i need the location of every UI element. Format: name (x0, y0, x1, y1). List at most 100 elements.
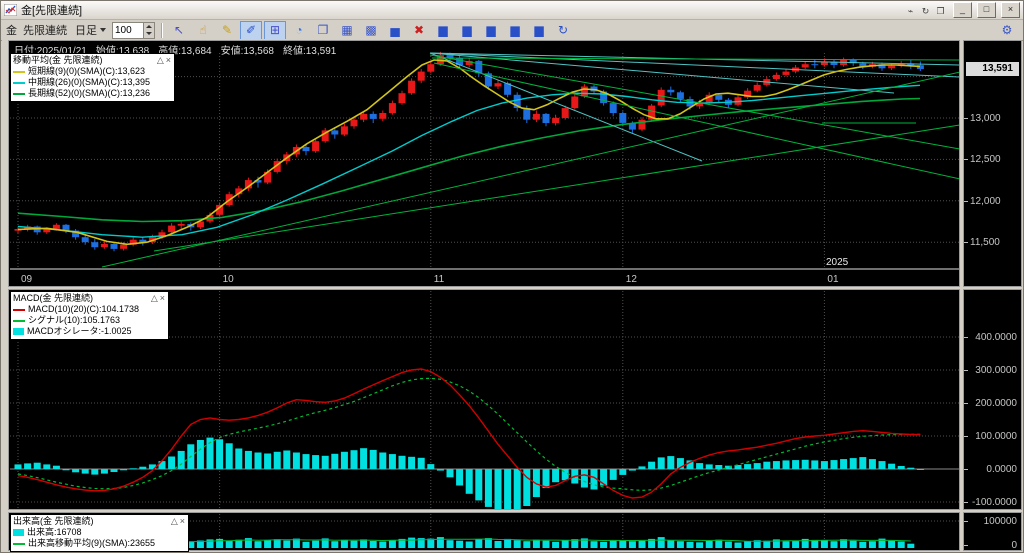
legend-row-label: 中期線(26)(0)(SMA)(C):13,395 (28, 77, 151, 87)
legend-row-label: MACD(10)(20)(C):104.1738 (28, 304, 140, 314)
macd-tick-label: 400.0000 (975, 332, 1017, 343)
window-title: 金[先限連続] (21, 5, 83, 17)
price-tick-label: 11,500 (970, 237, 1000, 248)
ma-legend-collapse-button[interactable]: △ (157, 55, 164, 66)
chart-layout-tool[interactable]: ❐ (312, 21, 334, 40)
legend-row: シグナル(10):105.1763 (13, 315, 165, 326)
svg-text:12: 12 (626, 274, 638, 285)
bar-count-input[interactable] (113, 22, 143, 38)
volume-tick-label: 100000 (983, 516, 1017, 527)
macd-tick-label: 100.0000 (975, 431, 1017, 442)
macd-legend: MACD(金 先限連続) △ × MACD(10)(20)(C):104.173… (10, 291, 169, 340)
toolbar-tool-group: ↖ ☝ ✎ ✐ ⊞ ◔ ❐ ▦ ▩ ▅ ✖ ▆ ▆ ▆ ▆ ▆ ↻ (168, 20, 574, 40)
link-icon[interactable]: ⌁ (903, 5, 918, 18)
delete-indicator-tool[interactable]: ✖ (408, 21, 430, 40)
legend-swatch (13, 81, 25, 84)
main-price-axis[interactable]: 13,000 12,500 12,000 11,500 13,591 (963, 40, 1022, 287)
volume-legend-close-button[interactable]: × (180, 516, 185, 527)
window-copy-icon[interactable]: ❐ (933, 5, 948, 18)
macd-tick-label: -100.0000 (971, 497, 1017, 508)
svg-text:10: 10 (223, 274, 235, 285)
rotate-icon[interactable]: ↻ (918, 5, 933, 18)
period-dropdown[interactable]: 日足 (73, 22, 108, 38)
legend-row: 出来高移動平均(9)(SMA):23655 (13, 538, 185, 549)
stepper-arrows[interactable] (143, 22, 154, 38)
svg-text:2025: 2025 (826, 257, 849, 268)
close-button[interactable]: × (1001, 2, 1020, 18)
crosshair-tool[interactable]: ⊞ (264, 20, 286, 40)
legend-swatch (13, 529, 24, 536)
grid-3x3-tool[interactable]: ▩ (360, 21, 382, 40)
price-tick-label: 13,000 (970, 113, 1001, 124)
legend-row: 短期線(9)(0)(SMA)(C):13,623 (13, 66, 171, 77)
title-bar[interactable]: 金[先限連続] ⌁ ↻ ❐ _ □ × (1, 1, 1023, 20)
volume-axis[interactable]: 100000 0 (963, 512, 1022, 551)
legend-swatch (13, 92, 25, 95)
legend-swatch (13, 70, 25, 73)
chart-type-tool[interactable]: ▅ (384, 21, 406, 40)
legend-row-label: 長期線(52)(0)(SMA)(C):13,236 (28, 88, 151, 98)
chart-area: 09 10 11 12 01 2025 13,000 12,500 12,000 11,500 1… (2, 39, 1022, 552)
legend-row: 出来高:16708 (13, 527, 185, 538)
legend-row-label: 出来高移動平均(9)(SMA):23655 (28, 538, 156, 548)
macd-legend-collapse-button[interactable]: △ (151, 293, 158, 304)
price-tick-label: 12,000 (970, 196, 1001, 207)
period-label: 日足 (75, 25, 97, 37)
grid-2x2-tool[interactable]: ▦ (336, 21, 358, 40)
series-label: 先限連続 (23, 25, 67, 37)
macd-legend-title: MACD(金 先限連続) (13, 293, 93, 303)
indicator-4-tool[interactable]: ▆ (504, 21, 526, 40)
hand-tool[interactable]: ☝ (192, 21, 214, 40)
refresh-tool[interactable]: ↻ (552, 21, 574, 40)
svg-text:11: 11 (434, 274, 445, 285)
indicator-2-tool[interactable]: ▆ (456, 21, 478, 40)
legend-row-label: MACDオシレータ:-1.0025 (27, 326, 132, 336)
legend-swatch (13, 542, 25, 545)
ma-legend-close-button[interactable]: × (166, 55, 171, 66)
volume-legend-collapse-button[interactable]: △ (171, 516, 178, 527)
indicator-1-tool[interactable]: ▆ (432, 21, 454, 40)
pen-tool[interactable]: ✐ (240, 20, 262, 40)
legend-swatch (13, 308, 25, 311)
indicator-3-tool[interactable]: ▆ (480, 21, 502, 40)
legend-row: MACDオシレータ:-1.0025 (13, 326, 165, 337)
legend-row: 中期線(26)(0)(SMA)(C):13,395 (13, 77, 171, 88)
chevron-down-icon (100, 28, 106, 32)
ma-legend: 移動平均(金 先限連続) △ × 短期線(9)(0)(SMA)(C):13,62… (10, 53, 175, 102)
legend-swatch (13, 319, 25, 322)
legend-row-label: 短期線(9)(0)(SMA)(C):13,623 (28, 66, 146, 76)
symbol-label: 金 (6, 25, 17, 37)
stepper-down-icon[interactable] (146, 32, 152, 36)
legend-swatch (13, 328, 24, 335)
volume-legend: 出来高(金 先限連続) △ × 出来高:16708 出来高移動平均(9)(SMA)… (10, 514, 189, 552)
info-low: 安値:13,568 (220, 46, 274, 57)
macd-legend-close-button[interactable]: × (160, 293, 165, 304)
settings-wrench-icon[interactable]: ⚙ (996, 21, 1018, 40)
macd-tick-label: 300.0000 (975, 365, 1017, 376)
macd-tick-label: 200.0000 (975, 398, 1017, 409)
price-tick-label: 12,500 (970, 154, 1001, 165)
legend-row: MACD(10)(20)(C):104.1738 (13, 304, 165, 315)
current-price-tag: 13,591 (966, 62, 1019, 76)
minimize-button[interactable]: _ (953, 2, 972, 18)
legend-row: 長期線(52)(0)(SMA)(C):13,236 (13, 88, 171, 99)
svg-text:01: 01 (827, 274, 839, 285)
legend-row-label: 出来高:16708 (27, 527, 82, 537)
indicator-5-tool[interactable]: ▆ (528, 21, 550, 40)
macd-tick-label: 0.0000 (986, 464, 1017, 475)
volume-tick-label: 0 (1011, 540, 1017, 551)
ma-legend-title: 移動平均(金 先限連続) (13, 55, 103, 65)
titlebar-icon-group: ⌁ ↻ ❐ (903, 1, 948, 19)
stepper-up-icon[interactable] (146, 24, 152, 28)
pencil-tool[interactable]: ✎ (216, 21, 238, 40)
info-close: 終値:13,591 (282, 46, 337, 57)
macd-axis[interactable]: 400.0000 300.0000 200.0000 100.0000 0.0000 -1… (963, 289, 1022, 541)
zoom-tool[interactable]: ◔ (288, 21, 310, 40)
toolbar: 金 先限連続 日足 ↖☝✎✐⊞◔❐▦▩▅✖▆▆▆▆▆↻ ⚙ (1, 20, 1023, 41)
app-chart-icon (4, 4, 17, 16)
bar-count-stepper[interactable] (112, 21, 155, 39)
svg-text:09: 09 (21, 274, 33, 285)
maximize-button[interactable]: □ (977, 2, 996, 18)
select-tool[interactable]: ↖ (168, 21, 190, 40)
legend-row-label: シグナル(10):105.1763 (28, 315, 121, 325)
